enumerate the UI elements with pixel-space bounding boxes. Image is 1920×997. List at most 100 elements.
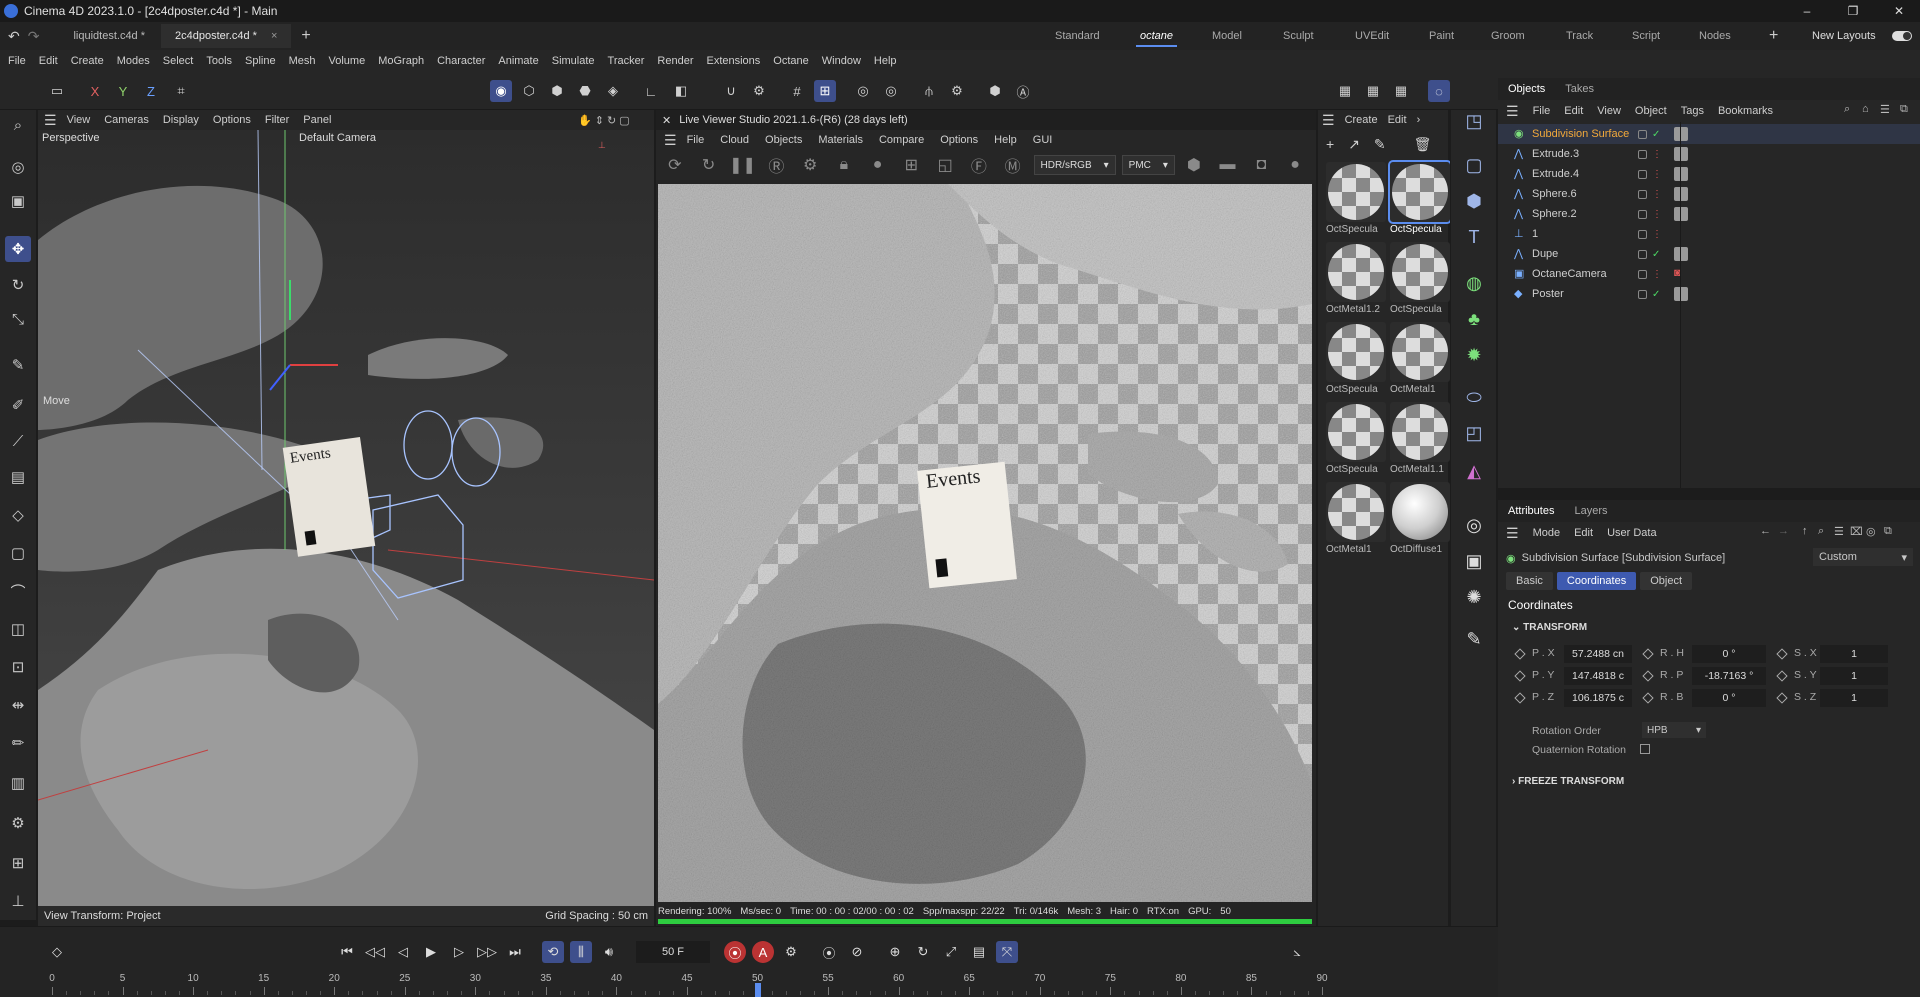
octane-camera-icon[interactable]: ◳ [1459, 106, 1489, 136]
menu-modes[interactable]: Modes [117, 55, 150, 67]
transform-group-header[interactable]: ⌄ TRANSFORM [1512, 622, 1587, 633]
polygons-mode-icon[interactable]: ⬣ [574, 80, 596, 102]
scale-y-field[interactable]: 1 [1820, 667, 1888, 685]
material-tag-icon[interactable] [1674, 207, 1688, 221]
focus-picker-icon[interactable]: Ⓕ [966, 153, 992, 177]
hamburger-menu-icon[interactable]: ☰ [1322, 112, 1335, 129]
menu-edit[interactable]: Edit [39, 55, 58, 67]
visibility-dot-icon[interactable]: ✓ [1652, 129, 1660, 140]
object-row[interactable]: ⋀ Sphere.2 ⋮ [1498, 204, 1920, 224]
subtab-object[interactable]: Object [1640, 572, 1693, 590]
menu-octane[interactable]: Octane [773, 55, 808, 67]
bevel-tool-icon[interactable]: ◇ [5, 502, 31, 528]
layer-toggle[interactable] [1638, 149, 1647, 159]
keyframe-icon[interactable] [1642, 648, 1654, 660]
lock-icon[interactable]: 🔒︎ [831, 153, 857, 177]
home-icon[interactable]: ⌂ [1862, 103, 1869, 115]
cube-object-icon[interactable]: ▢ [1459, 150, 1489, 180]
keyframe-icon[interactable] [1776, 648, 1788, 660]
axis-x-toggle[interactable]: X [84, 80, 106, 102]
material-tag-icon[interactable] [1674, 167, 1688, 181]
fcurve-icon[interactable]: ⦣ [1286, 941, 1308, 963]
preset-select[interactable]: Custom ▾ [1813, 548, 1913, 566]
next-frame-icon[interactable]: ▷ [448, 941, 470, 963]
material-thumbnail[interactable]: OctSpecula [1326, 322, 1388, 395]
material-tag-icon[interactable]: ◙ [1674, 267, 1688, 281]
cube-tool-icon[interactable]: ▢ [5, 540, 31, 566]
rot-b-field[interactable]: 0 ° [1692, 689, 1766, 707]
om-menu-object[interactable]: Object [1635, 105, 1667, 117]
viewport-scene[interactable]: Perspective Default Camera Move Events ⊥ [38, 130, 654, 906]
search-icon[interactable]: ⌕ [1818, 525, 1824, 538]
attr-menu-mode[interactable]: Mode [1533, 527, 1561, 539]
environment-icon[interactable]: ◎ [1459, 510, 1489, 540]
scale-x-field[interactable]: 1 [1820, 645, 1888, 663]
viewport-camera-label[interactable]: Default Camera [299, 132, 376, 144]
om-menu-file[interactable]: File [1533, 105, 1551, 117]
lv-menu-file[interactable]: File [687, 134, 705, 146]
menu-spline[interactable]: Spline [245, 55, 276, 67]
tab-objects[interactable]: Objects [1508, 83, 1545, 95]
viewport-menu-view[interactable]: View [67, 114, 91, 126]
edit-material-icon[interactable]: ✎ [1374, 136, 1386, 153]
go-to-start-icon[interactable]: ⏮ [336, 941, 358, 963]
freeze-transform-group[interactable]: › FREEZE TRANSFORM [1512, 776, 1624, 787]
target-icon[interactable]: ◎ [852, 80, 874, 102]
point-level-icon[interactable]: ⤧ [996, 941, 1018, 963]
menu-mograph[interactable]: MoGraph [378, 55, 424, 67]
viewport-menu-options[interactable]: Options [213, 114, 251, 126]
viewport-nav-icons[interactable]: ✋ ⇕ ↻ ▢ [578, 114, 630, 127]
workplane-icon[interactable]: ⊞ [814, 80, 836, 102]
lock-icon[interactable]: ⌧ [1850, 525, 1863, 538]
object-row[interactable]: ⊥ 1 ⋮ [1498, 224, 1920, 244]
layer-toggle[interactable] [1638, 189, 1647, 199]
keyframe-icon[interactable] [1514, 670, 1526, 682]
material-menu-create[interactable]: Create [1345, 114, 1378, 126]
menu-create[interactable]: Create [71, 55, 104, 67]
keyframe-selection-icon[interactable]: ⦿ [818, 941, 840, 963]
om-menu-tags[interactable]: Tags [1681, 105, 1704, 117]
snap-settings-icon[interactable]: ⚙ [748, 80, 770, 102]
subtab-basic[interactable]: Basic [1506, 572, 1553, 590]
camera-snapshot-icon[interactable]: ◘ [1248, 153, 1274, 177]
previous-frame-icon[interactable]: ◁ [392, 941, 414, 963]
key-settings-icon[interactable]: ⚙ [780, 941, 802, 963]
render-view-icon[interactable]: ▦ [1362, 80, 1384, 102]
viewport-menu-display[interactable]: Display [163, 114, 199, 126]
material-thumbnail[interactable]: OctSpecula [1388, 160, 1452, 235]
material-thumbnail[interactable]: OctMetal1.1 [1390, 402, 1452, 475]
lv-menu-compare[interactable]: Compare [879, 134, 924, 146]
rot-p-field[interactable]: -18.7163 ° [1692, 667, 1766, 685]
close-button[interactable]: ✕ [1876, 0, 1920, 22]
object-row[interactable]: ◉ Subdivision Surface ✓ [1498, 124, 1920, 144]
lv-menu-materials[interactable]: Materials [818, 134, 863, 146]
edit-mode-icon[interactable]: ✎ [1459, 624, 1489, 654]
layout-tab-nodes[interactable]: Nodes [1699, 22, 1731, 50]
play-icon[interactable]: ▶ [420, 941, 442, 963]
axis-y-toggle[interactable]: Y [112, 80, 134, 102]
sphere-preview-icon[interactable]: ● [1282, 153, 1308, 177]
rot-h-field[interactable]: 0 ° [1692, 645, 1766, 663]
tab-takes[interactable]: Takes [1565, 83, 1594, 95]
extrude-tool-icon[interactable]: ▤ [5, 464, 31, 490]
layout-tab-uvedit[interactable]: UVEdit [1355, 22, 1389, 50]
object-row[interactable]: ◆ Poster ✓ [1498, 284, 1920, 304]
add-tab-button[interactable]: + [301, 27, 310, 45]
layer-toggle[interactable] [1638, 129, 1647, 139]
hamburger-menu-icon[interactable]: ☰ [1506, 103, 1519, 120]
octane-settings-icon[interactable]: ⬢ [984, 80, 1006, 102]
hexagon-icon[interactable]: ⬢ [1181, 153, 1207, 177]
om-menu-view[interactable]: View [1597, 105, 1621, 117]
viewport-menu-panel[interactable]: Panel [303, 114, 331, 126]
apply-material-icon[interactable]: ↗ [1348, 136, 1360, 153]
material-thumbnail[interactable]: OctSpecula [1326, 162, 1388, 235]
range-icon[interactable]: ⫼ [570, 941, 592, 963]
rotation-key-icon[interactable]: ↻ [912, 941, 934, 963]
autokey-icon[interactable]: A [752, 941, 774, 963]
camera-object-icon[interactable]: ▣ [1459, 546, 1489, 576]
layout-tab-script[interactable]: Script [1632, 22, 1660, 50]
pos-y-field[interactable]: 147.4818 c [1564, 667, 1632, 685]
menu-help[interactable]: Help [874, 55, 897, 67]
material-tag-icon[interactable] [1674, 227, 1688, 241]
object-row[interactable]: ⋀ Extrude.4 ⋮ [1498, 164, 1920, 184]
